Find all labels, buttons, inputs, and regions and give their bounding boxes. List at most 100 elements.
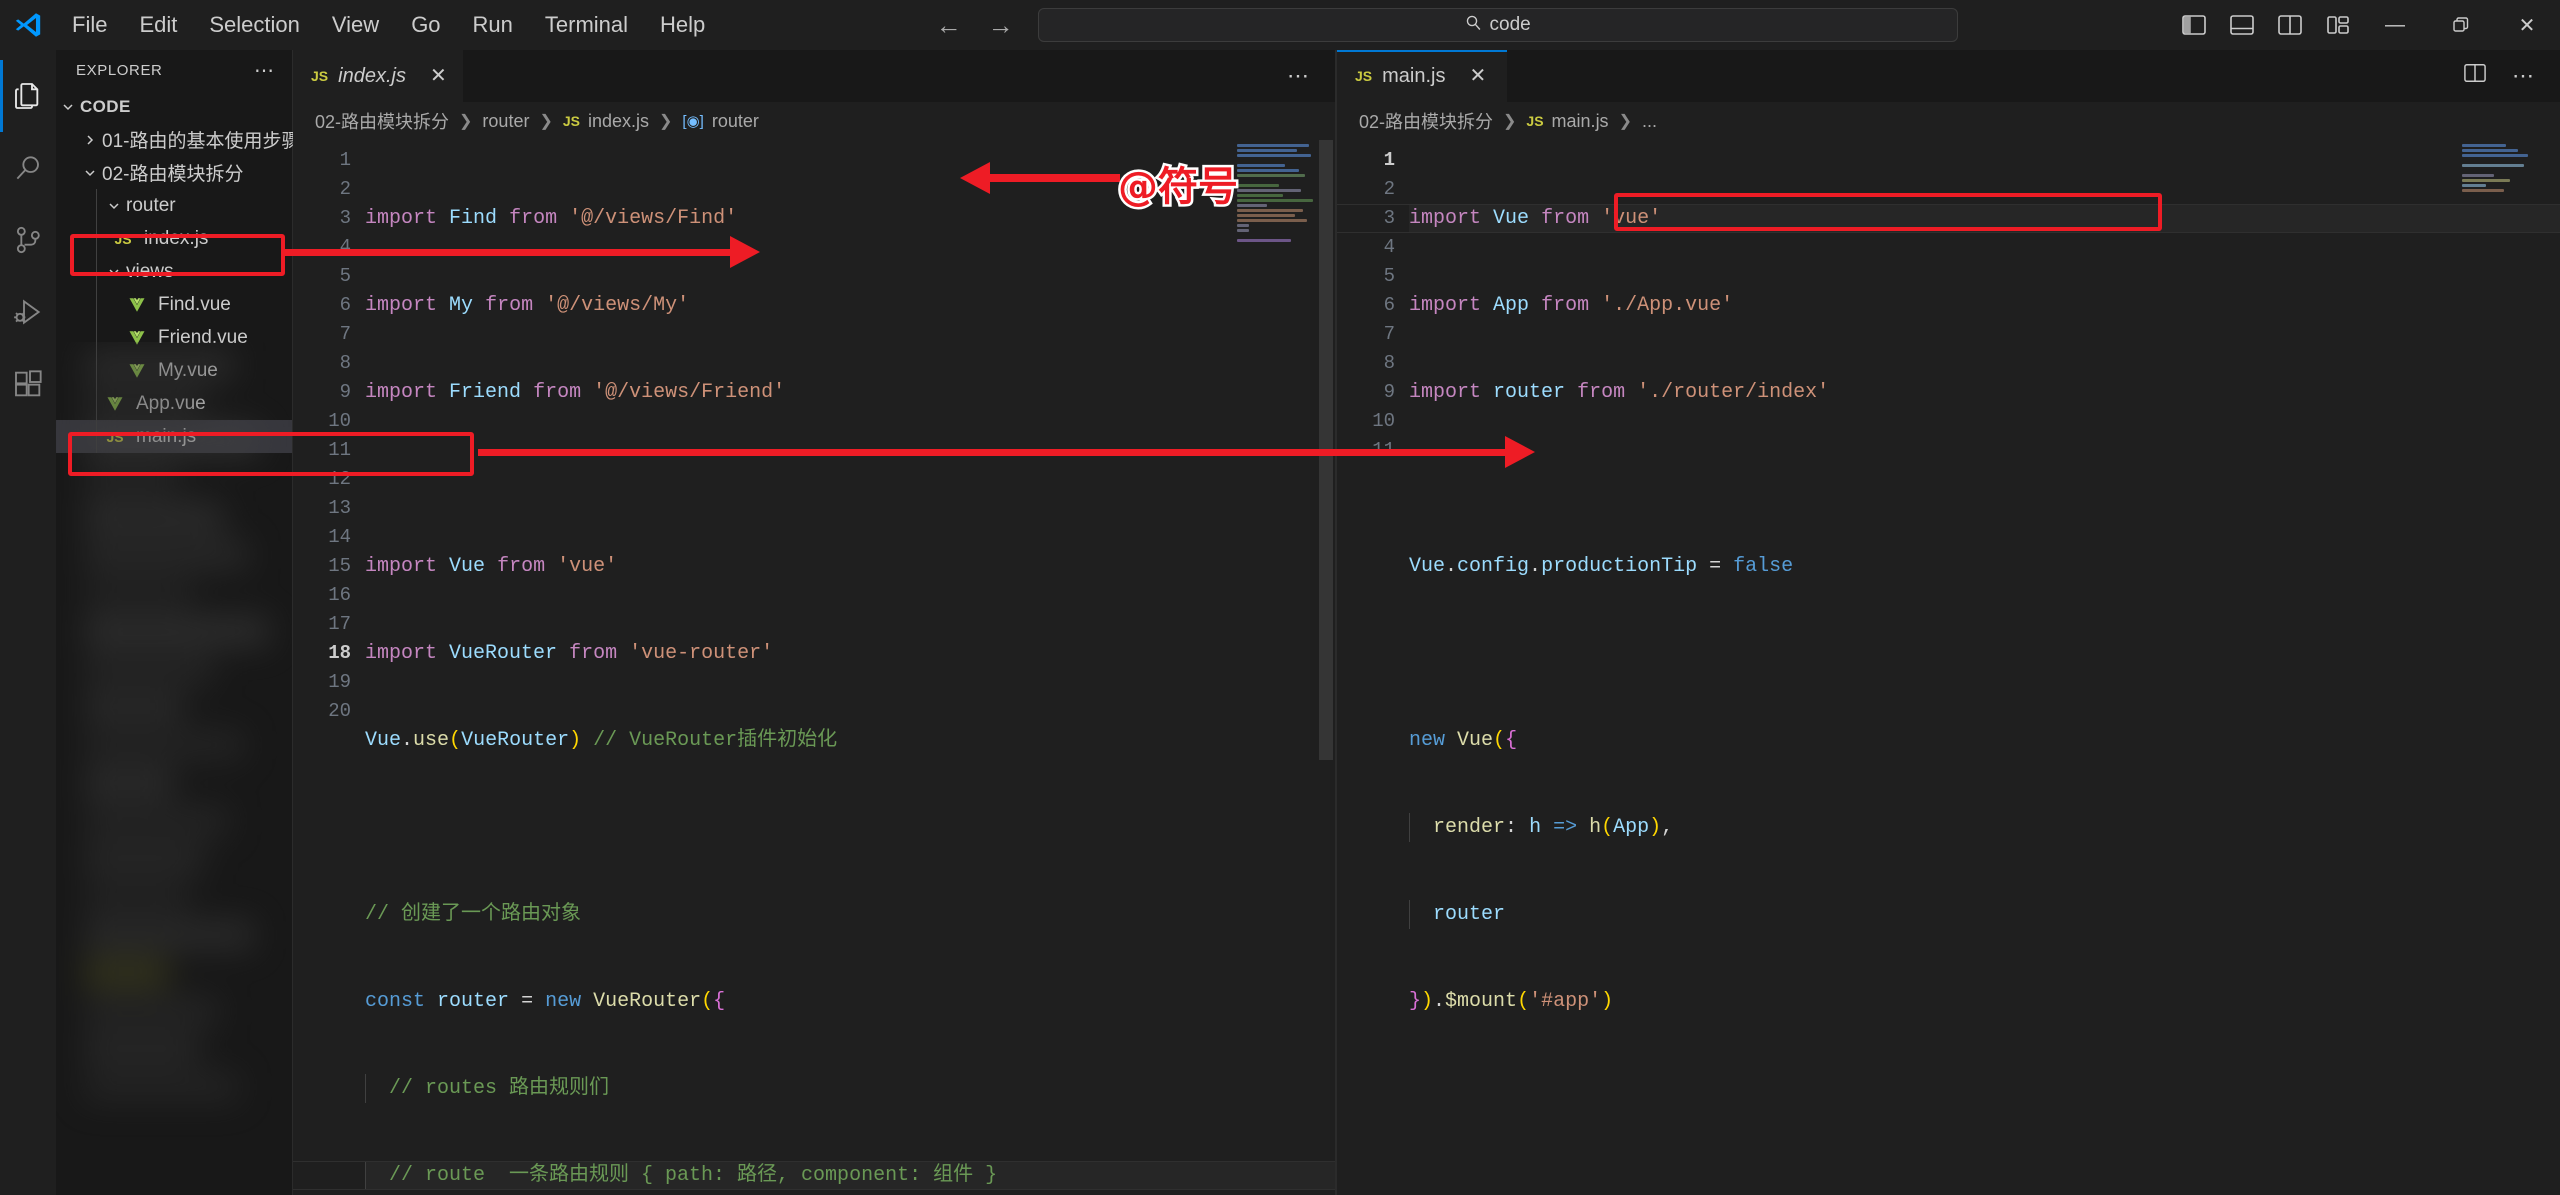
chevron-right-icon: ❯ <box>1618 113 1632 130</box>
close-icon[interactable]: ✕ <box>430 66 447 86</box>
tree-root-code[interactable]: CODE <box>56 90 292 123</box>
code-line: import Vue from 'vue' <box>365 555 618 578</box>
breadcrumb-symbol[interactable]: router <box>712 111 759 132</box>
code-content-left[interactable]: import Find from '@/views/Find' import M… <box>293 140 1335 1195</box>
tree-file-find-vue[interactable]: Find.vue <box>56 288 292 321</box>
menu-file[interactable]: File <box>56 7 123 43</box>
tabs-row-left: JS index.js ✕ ⋯ <box>293 50 1335 102</box>
menu-edit[interactable]: Edit <box>123 7 193 43</box>
activity-item-run-and-debug[interactable] <box>0 276 56 348</box>
code-editor-right[interactable]: 1234 5678 9 10 11 import Vue from 'vue' im… <box>1337 140 2560 1195</box>
title-bar-center: ← → code <box>721 8 2170 42</box>
code-editor-left[interactable]: 1234 5678 9 10 11 12 13 14 15 16 17 18 19 20 impo… <box>293 140 1335 1195</box>
tree-item-label: 02-路由模块拆分 <box>102 164 244 185</box>
window-close-button[interactable]: ✕ <box>2494 0 2560 50</box>
activity-item-search[interactable] <box>0 132 56 204</box>
code-content-right[interactable]: import Vue from 'vue' import App from '.… <box>1337 140 2560 1195</box>
more-actions-icon[interactable]: ⋯ <box>1277 63 1319 89</box>
breadcrumb-file[interactable]: main.js <box>1552 111 1609 132</box>
code-line: render: h => h(App), <box>1409 813 2560 842</box>
vscode-logo-icon <box>0 10 56 40</box>
search-icon <box>1465 14 1482 37</box>
title-bar-right: — ✕ <box>2170 0 2560 50</box>
tree-item-label: views <box>126 260 174 282</box>
tab-main-js[interactable]: JS main.js ✕ <box>1337 50 1507 102</box>
chevron-right-icon <box>78 132 102 148</box>
tree-file-index-js[interactable]: JS index.js <box>56 222 292 255</box>
menu-run[interactable]: Run <box>457 7 529 43</box>
vscode-window: File Edit Selection View Go Run Terminal… <box>0 0 2560 1195</box>
js-file-icon: JS <box>562 113 580 129</box>
arrow-right-icon[interactable]: → <box>986 10 1016 41</box>
breadcrumb-folder[interactable]: router <box>482 111 529 132</box>
tabs-actions-left: ⋯ <box>1277 50 1335 102</box>
tab-index-js[interactable]: JS index.js ✕ <box>293 50 463 102</box>
more-actions-icon[interactable]: ⋯ <box>2502 63 2544 89</box>
activity-item-explorer[interactable] <box>0 60 56 132</box>
tabs-row-right: JS main.js ✕ ⋯ <box>1337 50 2560 102</box>
ellipsis-icon[interactable]: ⋯ <box>248 58 282 83</box>
code-line: import Find from '@/views/Find' <box>365 207 738 230</box>
line-numbers-right: 1234 5678 9 10 11 <box>1372 149 1395 461</box>
close-icon[interactable]: ✕ <box>1469 66 1486 86</box>
code-line: import Vue from 'vue' <box>1337 204 2560 233</box>
breadcrumb-file[interactable]: index.js <box>588 111 649 132</box>
chevron-down-icon <box>102 264 126 280</box>
code-line: // routes 路由规则们 <box>365 1074 1335 1103</box>
activity-item-source-control[interactable] <box>0 204 56 276</box>
customize-layout-icon[interactable] <box>2314 0 2362 50</box>
window-maximize-button[interactable] <box>2428 0 2494 50</box>
split-editor-icon[interactable] <box>2454 63 2496 89</box>
toggle-secondary-sidebar-icon[interactable] <box>2266 0 2314 50</box>
code-line: // 创建了一个路由对象 <box>365 903 582 926</box>
code-line: Vue.config.productionTip = false <box>1409 555 1794 578</box>
js-file-icon: JS <box>1526 113 1544 129</box>
breadcrumb-right: 02-路由模块拆分 ❯ JS main.js ❯ ... <box>1337 102 2560 140</box>
toggle-panel-icon[interactable] <box>2218 0 2266 50</box>
activity-bar <box>0 50 56 1195</box>
menu-help[interactable]: Help <box>644 7 721 43</box>
tree-folder-views[interactable]: views <box>56 255 292 288</box>
code-line: import router from './router/index' <box>1409 381 1830 404</box>
code-line: import VueRouter from 'vue-router' <box>365 642 774 665</box>
activity-item-extensions[interactable] <box>0 348 56 420</box>
chevron-down-icon <box>56 99 80 115</box>
breadcrumb-more[interactable]: ... <box>1642 111 1657 132</box>
menu-go[interactable]: Go <box>395 7 456 43</box>
arrow-left-icon[interactable]: ← <box>934 10 964 41</box>
tab-label: index.js <box>338 64 406 87</box>
title-bar: File Edit Selection View Go Run Terminal… <box>0 0 2560 50</box>
code-line: router <box>1409 900 2560 929</box>
js-file-icon: JS <box>1355 68 1373 84</box>
editor-area: JS index.js ✕ ⋯ 02-路由模块拆分 ❯ router ❯ JS … <box>293 50 2560 1195</box>
breadcrumb-folder[interactable]: 02-路由模块拆分 <box>1359 108 1493 134</box>
window-minimize-button[interactable]: — <box>2362 0 2428 50</box>
tree-folder-02[interactable]: 02-路由模块拆分 <box>56 156 292 189</box>
chevron-down-icon <box>78 165 102 181</box>
breadcrumb-folder[interactable]: 02-路由模块拆分 <box>315 108 449 134</box>
line-numbers-left: 1234 5678 9 10 11 12 13 14 15 16 17 18 19 20 <box>328 149 351 722</box>
tree-folder-router[interactable]: router <box>56 189 292 222</box>
code-line: new Vue({ <box>1409 729 1518 752</box>
editor-group-left: JS index.js ✕ ⋯ 02-路由模块拆分 ❯ router ❯ JS … <box>293 50 1335 1195</box>
tree-item-label: router <box>126 194 176 216</box>
obscured-region <box>56 342 292 1195</box>
chevron-right-icon: ❯ <box>459 113 473 130</box>
menu-selection[interactable]: Selection <box>193 7 316 43</box>
toggle-primary-sidebar-icon[interactable] <box>2170 0 2218 50</box>
tree-folder-01[interactable]: 01-路由的基本使用步骤(5+2) <box>56 123 345 156</box>
breadcrumb-left: 02-路由模块拆分 ❯ router ❯ JS index.js ❯ [◉] r… <box>293 102 1335 140</box>
menu-view[interactable]: View <box>316 7 395 43</box>
code-line: // route 一条路由规则 { path: 路径, component: 组… <box>293 1161 1335 1190</box>
quick-search-input[interactable]: code <box>1037 8 1958 42</box>
vertical-scrollbar-left[interactable] <box>1317 140 1335 1195</box>
menu-terminal[interactable]: Terminal <box>529 7 644 43</box>
code-line: import My from '@/views/My' <box>365 294 690 317</box>
chevron-right-icon: ❯ <box>659 113 673 130</box>
code-line: import App from './App.vue' <box>1409 294 1734 317</box>
explorer-sidebar: EXPLORER ⋯ CODE 01-路由的基本使用步骤(5+2) 02-路由模… <box>56 50 345 1195</box>
